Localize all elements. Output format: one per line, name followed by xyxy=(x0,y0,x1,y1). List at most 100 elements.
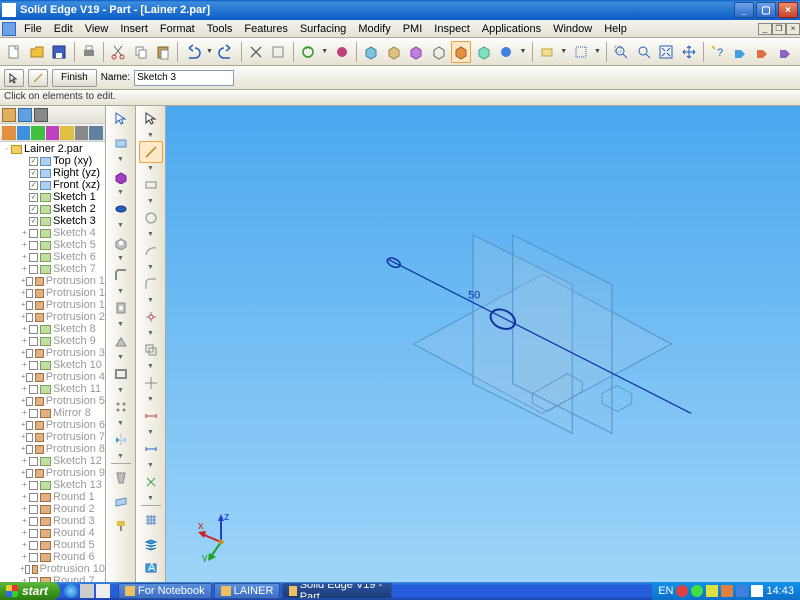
tray-icon-4[interactable] xyxy=(721,585,733,597)
taskbar-task[interactable]: Solid Edge V19 - Part ... xyxy=(282,583,392,599)
system-tray[interactable]: EN 14:43 xyxy=(652,582,800,600)
tree-item[interactable]: +Protrusion 9 xyxy=(0,467,105,479)
tree-item[interactable]: +Sketch 10 xyxy=(0,359,105,371)
start-button[interactable]: start xyxy=(0,582,60,600)
tree-item[interactable]: +Round 6 xyxy=(0,551,105,563)
tree-item[interactable]: +Protrusion 5 xyxy=(0,395,105,407)
zoom-area-button[interactable] xyxy=(611,41,632,63)
tree-item[interactable]: +Sketch 13 xyxy=(0,479,105,491)
move-tool[interactable] xyxy=(139,372,163,394)
tree-item[interactable]: +Protrusion 4 xyxy=(0,371,105,383)
update-dropdown[interactable]: ▼ xyxy=(320,48,329,55)
tree-item[interactable]: +Protrusion 7 xyxy=(0,431,105,443)
protrusion-tool[interactable] xyxy=(109,165,133,187)
tree-item[interactable]: +Protrusion 1 xyxy=(0,299,105,311)
tree-item[interactable]: +Sketch 9 xyxy=(0,335,105,347)
fillet-tool[interactable] xyxy=(139,273,163,295)
tree-item[interactable]: +Sketch 12 xyxy=(0,455,105,467)
view-triad[interactable]: z x y xyxy=(196,512,246,562)
ql-desktop-icon[interactable] xyxy=(80,584,94,598)
ribbon-sketch-icon[interactable] xyxy=(28,69,48,87)
menu-format[interactable]: Format xyxy=(154,21,201,37)
tray-icon-5[interactable] xyxy=(736,585,748,597)
tree-item[interactable]: +Sketch 6 xyxy=(0,251,105,263)
tree-item[interactable]: ✓Right (yz) xyxy=(0,167,105,179)
redo-button[interactable] xyxy=(216,41,237,63)
menu-view[interactable]: View xyxy=(79,21,115,37)
tree-item[interactable]: ✓Sketch 1 xyxy=(0,191,105,203)
maximize-button[interactable]: ▢ xyxy=(756,2,776,18)
material-button[interactable] xyxy=(331,41,352,63)
tree-item[interactable]: +Sketch 5 xyxy=(0,239,105,251)
select-tool[interactable] xyxy=(109,108,133,130)
cube2-button[interactable] xyxy=(383,41,404,63)
tree-tool-7[interactable] xyxy=(89,126,103,140)
sketch-tool[interactable] xyxy=(109,132,133,154)
pattern-tool[interactable] xyxy=(109,396,133,418)
tree-item[interactable]: +Protrusion 3 xyxy=(0,347,105,359)
tree-item[interactable]: +Sketch 4 xyxy=(0,227,105,239)
tree-tool-5[interactable] xyxy=(60,126,74,140)
pointer-tool[interactable] xyxy=(139,108,163,130)
clock[interactable]: 14:43 xyxy=(766,585,794,597)
ribbon-select-icon[interactable] xyxy=(4,69,24,87)
plane-tool[interactable] xyxy=(109,491,133,513)
save-button[interactable] xyxy=(49,41,70,63)
arc-tool[interactable] xyxy=(139,240,163,262)
tree-item[interactable]: +Protrusion 1 xyxy=(0,287,105,299)
sphere-dropdown[interactable]: ▼ xyxy=(518,48,527,55)
config-dropdown[interactable]: ▼ xyxy=(559,48,568,55)
cube1-button[interactable] xyxy=(361,41,382,63)
hole-tool[interactable] xyxy=(109,297,133,319)
tree-item[interactable]: ✓Sketch 3 xyxy=(0,215,105,227)
rect-tool[interactable] xyxy=(139,174,163,196)
ql-app-icon[interactable] xyxy=(96,584,110,598)
tree-tool-4[interactable] xyxy=(46,126,60,140)
open-button[interactable] xyxy=(27,41,48,63)
tree-item[interactable]: +Sketch 11 xyxy=(0,383,105,395)
sphere-button[interactable] xyxy=(496,41,517,63)
shaded-view-button[interactable] xyxy=(451,41,472,63)
tree-item[interactable]: +Protrusion 1 xyxy=(0,275,105,287)
tree-item[interactable]: +Protrusion 10 xyxy=(0,563,105,575)
tool-a-button[interactable] xyxy=(268,41,289,63)
tree-tool-2[interactable] xyxy=(17,126,31,140)
menu-surfacing[interactable]: Surfacing xyxy=(294,21,352,37)
menu-applications[interactable]: Applications xyxy=(476,21,547,37)
text-tool[interactable]: A xyxy=(139,557,163,579)
mirror-tool[interactable] xyxy=(109,429,133,451)
viewport[interactable]: 50 z x y xyxy=(166,106,800,582)
cube5-button[interactable] xyxy=(473,41,494,63)
copy-button[interactable] xyxy=(130,41,151,63)
tag1-button[interactable] xyxy=(730,41,751,63)
constraint-tool[interactable] xyxy=(139,471,163,493)
tree-item[interactable]: +Sketch 7 xyxy=(0,263,105,275)
line-tool[interactable] xyxy=(139,141,163,163)
paste-button[interactable] xyxy=(153,41,174,63)
mdi-icon[interactable] xyxy=(2,22,16,36)
cube3-button[interactable] xyxy=(406,41,427,63)
cutout-tool[interactable] xyxy=(109,231,133,253)
menu-inspect[interactable]: Inspect xyxy=(428,21,475,37)
ql-ie-icon[interactable] xyxy=(64,584,78,598)
fit-button[interactable] xyxy=(656,41,677,63)
menu-insert[interactable]: Insert xyxy=(114,21,154,37)
name-input[interactable] xyxy=(134,70,234,86)
tag2-button[interactable] xyxy=(753,41,774,63)
draft-tool[interactable] xyxy=(109,467,133,489)
close-button[interactable]: × xyxy=(778,2,798,18)
tray-icon-3[interactable] xyxy=(706,585,718,597)
menu-features[interactable]: Features xyxy=(238,21,293,37)
pan-button[interactable] xyxy=(679,41,700,63)
config-button[interactable] xyxy=(537,41,558,63)
finish-button[interactable]: Finish xyxy=(52,69,97,87)
tree-item[interactable]: +Mirror 8 xyxy=(0,407,105,419)
tree-item[interactable]: +Protrusion 8 xyxy=(0,443,105,455)
dim-tool-2[interactable] xyxy=(139,438,163,460)
layers-tool[interactable] xyxy=(139,533,163,555)
tree-tool-1[interactable] xyxy=(2,126,16,140)
new-button[interactable] xyxy=(4,41,25,63)
trim-tool[interactable] xyxy=(139,306,163,328)
view-button[interactable] xyxy=(570,41,591,63)
tree-item[interactable]: +Round 5 xyxy=(0,539,105,551)
